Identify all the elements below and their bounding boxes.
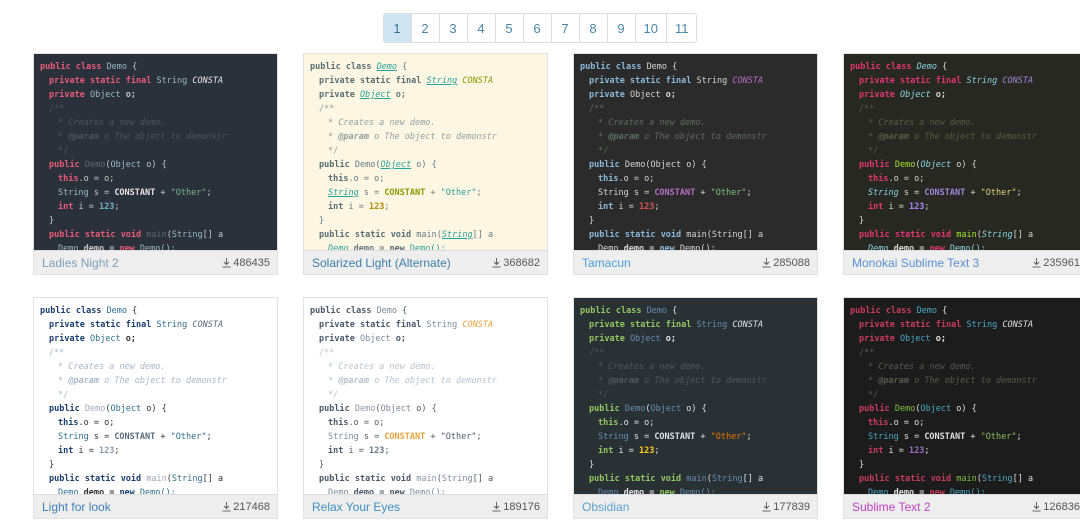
page-button-11[interactable]: 11 <box>666 14 697 42</box>
theme-card-footer: Light for look 217468 <box>34 494 277 518</box>
theme-card[interactable]: public class Demo {private static final … <box>573 53 818 275</box>
theme-card-footer: Monokai Sublime Text 3 235961 <box>844 250 1080 274</box>
download-icon <box>222 257 231 267</box>
theme-card-footer: Solarized Light (Alternate) 368682 <box>304 250 547 274</box>
download-count-group: 189176 <box>492 501 540 513</box>
theme-card[interactable]: public class Demo {private static final … <box>303 53 548 275</box>
download-count-group: 368682 <box>492 257 540 269</box>
theme-name-link[interactable]: Obsidian <box>582 500 629 514</box>
page-button-7[interactable]: 7 <box>551 14 580 42</box>
theme-preview[interactable]: public class Demo {private static final … <box>844 54 1080 250</box>
theme-card[interactable]: public class Demo {private static final … <box>843 297 1080 519</box>
theme-preview[interactable]: public class Demo {private static final … <box>34 54 277 250</box>
theme-name-link[interactable]: Relax Your Eyes <box>312 500 400 514</box>
theme-preview[interactable]: public class Demo {private static final … <box>574 54 817 250</box>
download-icon <box>1032 501 1041 511</box>
theme-name-link[interactable]: Sublime Text 2 <box>852 500 931 514</box>
theme-card-footer: Obsidian 177839 <box>574 494 817 518</box>
page-button-1[interactable]: 1 <box>383 14 412 42</box>
download-count: 368682 <box>503 256 540 269</box>
theme-name-link[interactable]: Monokai Sublime Text 3 <box>852 256 979 270</box>
page-button-4[interactable]: 4 <box>467 14 496 42</box>
download-icon <box>762 257 771 267</box>
download-count-group: 235961 <box>1032 257 1080 269</box>
code-sample: public class Demo {private static final … <box>310 62 497 250</box>
download-count-group: 285088 <box>762 257 810 269</box>
theme-preview[interactable]: public class Demo {private static final … <box>34 298 277 494</box>
download-icon <box>492 257 501 267</box>
code-sample: public class Demo {private static final … <box>40 62 227 250</box>
theme-card[interactable]: public class Demo {private static final … <box>33 53 278 275</box>
theme-preview[interactable]: public class Demo {private static final … <box>844 298 1080 494</box>
theme-card[interactable]: public class Demo {private static final … <box>33 297 278 519</box>
download-count: 217468 <box>233 500 270 513</box>
theme-card-footer: Relax Your Eyes 189176 <box>304 494 547 518</box>
page-button-2[interactable]: 2 <box>411 14 440 42</box>
download-count-group: 126836 <box>1032 501 1080 513</box>
theme-card[interactable]: public class Demo {private static final … <box>573 297 818 519</box>
download-count: 285088 <box>773 256 810 269</box>
download-count-group: 217468 <box>222 501 270 513</box>
download-icon <box>1032 257 1041 267</box>
page-button-9[interactable]: 9 <box>607 14 636 42</box>
code-sample: public class Demo {private static final … <box>580 306 767 494</box>
code-sample: public class Demo {private static final … <box>310 306 497 494</box>
page-button-5[interactable]: 5 <box>495 14 524 42</box>
download-count-group: 486435 <box>222 257 270 269</box>
download-icon <box>492 501 501 511</box>
theme-name-link[interactable]: Light for look <box>42 500 111 514</box>
download-icon <box>762 501 771 511</box>
theme-name-link[interactable]: Solarized Light (Alternate) <box>312 256 451 270</box>
theme-preview[interactable]: public class Demo {private static final … <box>574 298 817 494</box>
theme-card[interactable]: public class Demo {private static final … <box>843 53 1080 275</box>
code-sample: public class Demo {private static final … <box>850 306 1037 494</box>
download-count: 189176 <box>503 500 540 513</box>
code-sample: public class Demo {private static final … <box>850 62 1037 250</box>
theme-preview[interactable]: public class Demo {private static final … <box>304 298 547 494</box>
theme-name-link[interactable]: Ladies Night 2 <box>42 256 119 270</box>
download-count: 486435 <box>233 256 270 269</box>
download-count-group: 177839 <box>762 501 810 513</box>
code-sample: public class Demo {private static final … <box>580 62 767 250</box>
pagination[interactable]: 1 2 3 4 5 6 7 8 9 10 11 <box>382 13 698 43</box>
page-button-3[interactable]: 3 <box>439 14 468 42</box>
theme-card-footer: Tamacun 285088 <box>574 250 817 274</box>
theme-name-link[interactable]: Tamacun <box>582 256 631 270</box>
page-button-8[interactable]: 8 <box>579 14 608 42</box>
page-button-6[interactable]: 6 <box>523 14 552 42</box>
pagination-bar: 1 2 3 4 5 6 7 8 9 10 11 <box>0 0 1080 43</box>
theme-card[interactable]: public class Demo {private static final … <box>303 297 548 519</box>
theme-card-footer: Sublime Text 2 126836 <box>844 494 1080 518</box>
theme-card-footer: Ladies Night 2 486435 <box>34 250 277 274</box>
code-sample: public class Demo {private static final … <box>40 306 227 494</box>
theme-grid: public class Demo {private static final … <box>0 43 1080 519</box>
download-icon <box>222 501 231 511</box>
page-button-10[interactable]: 10 <box>635 14 667 42</box>
download-count: 126836 <box>1043 500 1080 513</box>
download-count: 177839 <box>773 500 810 513</box>
theme-preview[interactable]: public class Demo {private static final … <box>304 54 547 250</box>
download-count: 235961 <box>1043 256 1080 269</box>
